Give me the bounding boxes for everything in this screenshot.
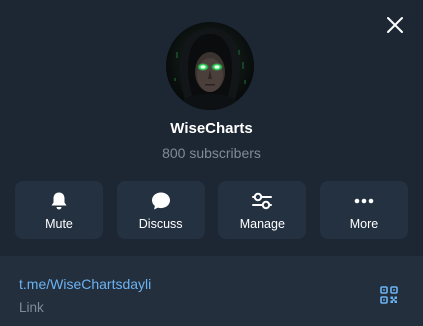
sliders-icon [252, 192, 273, 210]
action-bar: Mute Discuss Manage More [15, 181, 408, 239]
qr-code-icon [380, 286, 398, 304]
avatar[interactable] [166, 22, 254, 110]
more-button[interactable]: More [319, 181, 408, 239]
mute-button[interactable]: Mute [15, 181, 103, 239]
subscriber-count: 800 subscribers [162, 145, 261, 161]
more-label: More [349, 217, 379, 231]
more-dots-icon [354, 198, 374, 204]
discuss-label: Discuss [138, 217, 183, 231]
manage-button[interactable]: Manage [218, 181, 307, 239]
close-button[interactable] [384, 14, 406, 36]
close-icon [387, 17, 403, 33]
hooded-figure-avatar-icon [166, 22, 254, 110]
discuss-button[interactable]: Discuss [116, 181, 205, 239]
chat-bubble-icon [151, 192, 170, 210]
profile-header: WiseCharts 800 subscribers Mute Discuss [0, 0, 423, 256]
channel-link[interactable]: t.me/WiseChartsdayli [19, 276, 151, 292]
manage-label: Manage [239, 217, 285, 231]
bell-icon [51, 192, 67, 210]
info-section: t.me/WiseChartsdayli Link [0, 256, 423, 326]
channel-name: WiseCharts [170, 120, 253, 137]
qr-code-button[interactable] [380, 286, 398, 304]
mute-label: Mute [45, 217, 73, 231]
link-caption: Link [19, 300, 44, 315]
